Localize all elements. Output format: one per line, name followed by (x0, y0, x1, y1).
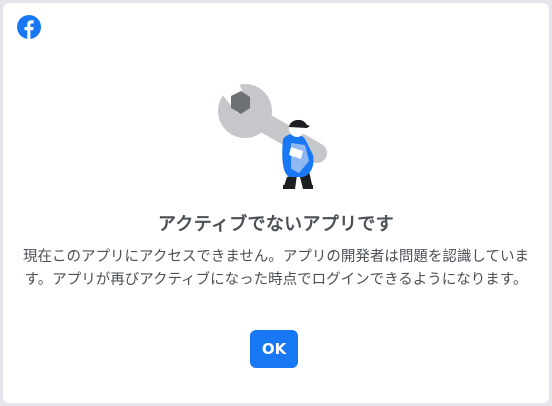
facebook-logo-icon (17, 15, 41, 39)
dialog-title: アクティブでないアプリです (158, 214, 394, 235)
ok-button[interactable]: OK (250, 330, 298, 368)
inactive-app-dialog: アクティブでないアプリです 現在このアプリにアクセスできません。アプリの開発者は… (3, 3, 549, 403)
wrench-worker-illustration (218, 83, 327, 189)
dialog-message: 現在このアプリにアクセスできません。アプリの開発者は問題を認識しています。アプリ… (23, 249, 529, 288)
